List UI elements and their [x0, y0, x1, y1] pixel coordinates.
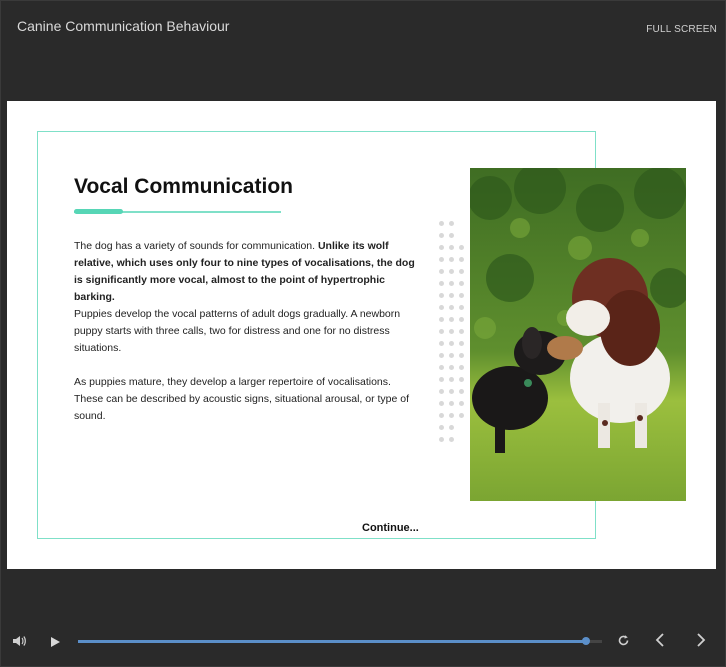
- dot: [459, 305, 464, 310]
- dot: [449, 365, 454, 370]
- chevron-right-icon[interactable]: [696, 633, 706, 652]
- dot: [439, 389, 444, 394]
- dot: [459, 317, 464, 322]
- dot: [439, 233, 444, 238]
- course-title: Canine Communication Behaviour: [17, 18, 230, 34]
- paragraph-3: As puppies mature, they develop a larger…: [74, 374, 419, 425]
- dot: [459, 413, 464, 418]
- dot: [449, 305, 454, 310]
- dot: [439, 293, 444, 298]
- dot: [449, 401, 454, 406]
- paragraph-1-text: The dog has a variety of sounds for comm…: [74, 240, 318, 252]
- dot: [459, 365, 464, 370]
- chevron-left-icon[interactable]: [655, 633, 665, 652]
- dot: [459, 401, 464, 406]
- volume-icon[interactable]: [12, 634, 26, 653]
- play-icon[interactable]: [49, 635, 61, 653]
- dot: [459, 389, 464, 394]
- dot: [449, 293, 454, 298]
- replay-icon[interactable]: [617, 634, 630, 652]
- dot: [439, 317, 444, 322]
- dot: [439, 437, 444, 442]
- paragraph-2-text: Puppies develop the vocal patterns of ad…: [74, 308, 401, 354]
- player-controls: [0, 620, 726, 665]
- dot: [439, 221, 444, 226]
- dot: [449, 257, 454, 262]
- dogs-photo: [470, 168, 686, 501]
- seek-progress: [78, 640, 587, 643]
- dot: [439, 305, 444, 310]
- dot: [439, 425, 444, 430]
- dot: [449, 413, 454, 418]
- dot: [449, 233, 454, 238]
- dot: [459, 353, 464, 358]
- dot: [449, 317, 454, 322]
- paragraph-3-text: As puppies mature, they develop a larger…: [74, 376, 410, 422]
- dot: [449, 221, 454, 226]
- dot: [449, 281, 454, 286]
- dot: [459, 377, 464, 382]
- dot: [439, 269, 444, 274]
- dot: [439, 341, 444, 346]
- continue-button[interactable]: Continue...: [362, 522, 419, 534]
- dot: [439, 377, 444, 382]
- dot: [459, 245, 464, 250]
- dot: [449, 377, 454, 382]
- dot: [459, 329, 464, 334]
- dot: [449, 425, 454, 430]
- dot: [449, 245, 454, 250]
- dot: [449, 437, 454, 442]
- dot: [449, 329, 454, 334]
- dot: [459, 293, 464, 298]
- dot: [449, 389, 454, 394]
- dot: [439, 401, 444, 406]
- slide-heading: Vocal Communication: [74, 175, 293, 198]
- seek-handle[interactable]: [582, 637, 591, 645]
- dot: [459, 281, 464, 286]
- dot: [439, 257, 444, 262]
- dot: [449, 353, 454, 358]
- dot: [439, 281, 444, 286]
- dot: [449, 269, 454, 274]
- dot: [439, 329, 444, 334]
- heading-underline-accent: [74, 209, 123, 214]
- slide: Vocal Communication The dog has a variet…: [7, 101, 716, 569]
- dot-pattern: [439, 221, 469, 451]
- dot: [459, 341, 464, 346]
- top-bar: Canine Communication Behaviour FULL SCRE…: [0, 0, 726, 60]
- dogs-illustration: [470, 168, 686, 501]
- dot: [459, 269, 464, 274]
- dot: [439, 353, 444, 358]
- dot: [439, 245, 444, 250]
- paragraph-1: The dog has a variety of sounds for comm…: [74, 238, 419, 306]
- dot: [439, 365, 444, 370]
- paragraph-2: Puppies develop the vocal patterns of ad…: [74, 306, 419, 357]
- dot: [459, 257, 464, 262]
- dot: [439, 413, 444, 418]
- fullscreen-button[interactable]: FULL SCREEN: [646, 24, 717, 35]
- seek-bar[interactable]: [78, 637, 602, 645]
- dot: [449, 341, 454, 346]
